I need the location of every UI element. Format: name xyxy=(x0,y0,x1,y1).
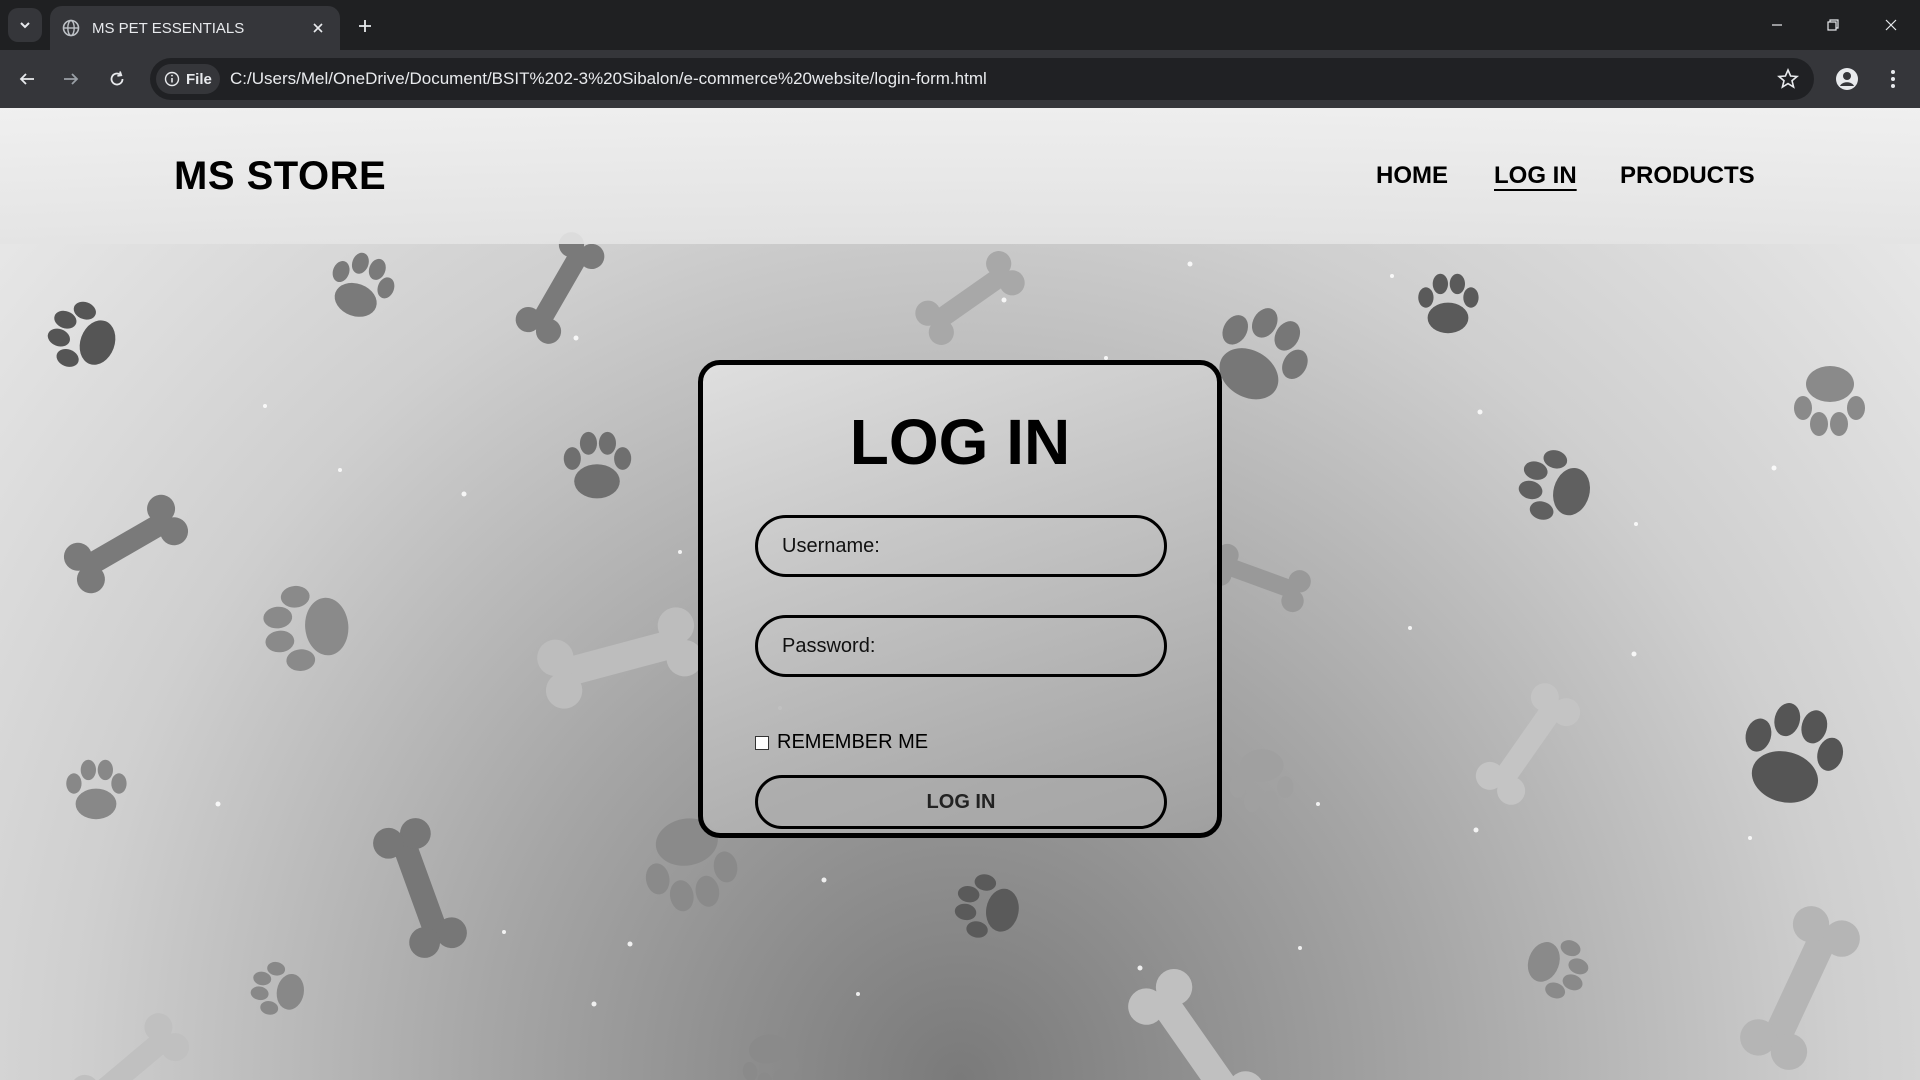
address-bar[interactable]: File C:/Users/Mel/OneDrive/Document/BSIT… xyxy=(150,58,1814,100)
password-input[interactable]: Password: xyxy=(755,615,1167,677)
nav-home[interactable]: HOME xyxy=(1376,162,1448,190)
minimize-icon[interactable] xyxy=(1754,8,1800,42)
nav-login[interactable]: LOG IN xyxy=(1494,162,1577,190)
browser-toolbar: File C:/Users/Mel/OneDrive/Document/BSIT… xyxy=(0,50,1920,108)
reload-icon[interactable] xyxy=(102,64,132,94)
restore-icon[interactable] xyxy=(1810,8,1856,42)
password-placeholder: Password: xyxy=(782,634,876,657)
globe-icon xyxy=(62,19,80,37)
back-icon[interactable] xyxy=(12,64,42,94)
tab-title: MS PET ESSENTIALS xyxy=(92,19,245,37)
window-close-icon[interactable] xyxy=(1868,8,1914,42)
plus-icon[interactable] xyxy=(352,13,378,39)
chip-label: File xyxy=(186,70,212,88)
login-title: LOG IN xyxy=(849,406,1071,478)
remember-me[interactable]: REMEMBER ME xyxy=(755,731,928,754)
browser-tab-bar: MS PET ESSENTIALS xyxy=(0,0,1920,50)
username-input[interactable]: Username: xyxy=(755,515,1167,577)
browser-tab[interactable]: MS PET ESSENTIALS xyxy=(50,6,340,50)
remember-me-label: REMEMBER ME xyxy=(777,731,929,753)
profile-icon[interactable] xyxy=(1832,64,1862,94)
forward-icon[interactable] xyxy=(56,64,86,94)
tab-dropdown-icon[interactable] xyxy=(8,8,42,42)
kebab-icon[interactable] xyxy=(1878,64,1908,94)
login-card: LOG IN Username: Password: REMEMBER ME L… xyxy=(698,360,1222,838)
info-icon xyxy=(164,71,180,87)
login-button[interactable]: LOG IN xyxy=(755,775,1167,829)
star-icon[interactable] xyxy=(1776,67,1800,91)
site-info-chip[interactable]: File xyxy=(156,64,220,94)
login-button-label: LOG IN xyxy=(926,790,996,813)
brand-logo[interactable]: MS STORE xyxy=(174,154,386,199)
remember-me-checkbox[interactable] xyxy=(755,735,769,750)
page: MS STORE HOME LOG IN PRODUCTS LOG IN Use… xyxy=(0,108,1920,1080)
username-placeholder: Username: xyxy=(782,534,880,557)
nav-products[interactable]: PRODUCTS xyxy=(1620,162,1755,190)
url-text[interactable]: C:/Users/Mel/OneDrive/Document/BSIT%202-… xyxy=(230,69,987,89)
close-icon[interactable] xyxy=(308,18,328,38)
